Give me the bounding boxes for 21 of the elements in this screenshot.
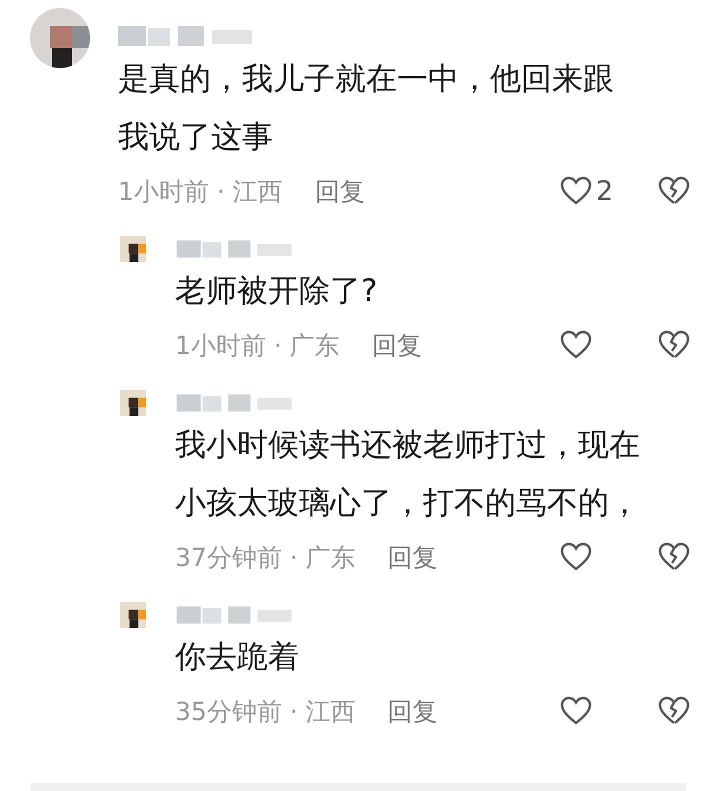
comment-text: 我小时候读书还被老师打过，现在小孩太玻璃心了，打不的骂不的， (175, 426, 641, 523)
comment-time-location: 1小时前 · 广东 (175, 330, 340, 362)
broken-heart-icon[interactable] (658, 176, 690, 206)
heart-icon[interactable] (560, 176, 592, 206)
comment-text: 你去跪着 (175, 638, 300, 677)
heart-icon[interactable] (560, 330, 592, 360)
broken-heart-icon[interactable] (658, 696, 690, 726)
comment-text: 是真的，我儿子就在一中，他回来跟我说了这事 (118, 60, 615, 157)
broken-heart-icon[interactable] (658, 330, 690, 360)
heart-icon[interactable] (560, 696, 592, 726)
heart-icon[interactable] (560, 542, 592, 572)
reply-link[interactable]: 回复 (314, 174, 365, 208)
reply-link[interactable]: 回复 (372, 328, 422, 362)
like-count: 2 (596, 176, 614, 206)
broken-heart-icon[interactable] (658, 542, 690, 572)
comment-time-location: 37分钟前 · 广东 (175, 542, 356, 574)
reply-link[interactable]: 回复 (388, 540, 438, 574)
comment-text: 老师被开除了? (175, 272, 378, 311)
reply-link[interactable]: 回复 (388, 694, 438, 728)
comment-time-location: 35分钟前 · 江西 (175, 696, 356, 728)
comment-time-location: 1小时前 · 江西 (118, 176, 283, 208)
